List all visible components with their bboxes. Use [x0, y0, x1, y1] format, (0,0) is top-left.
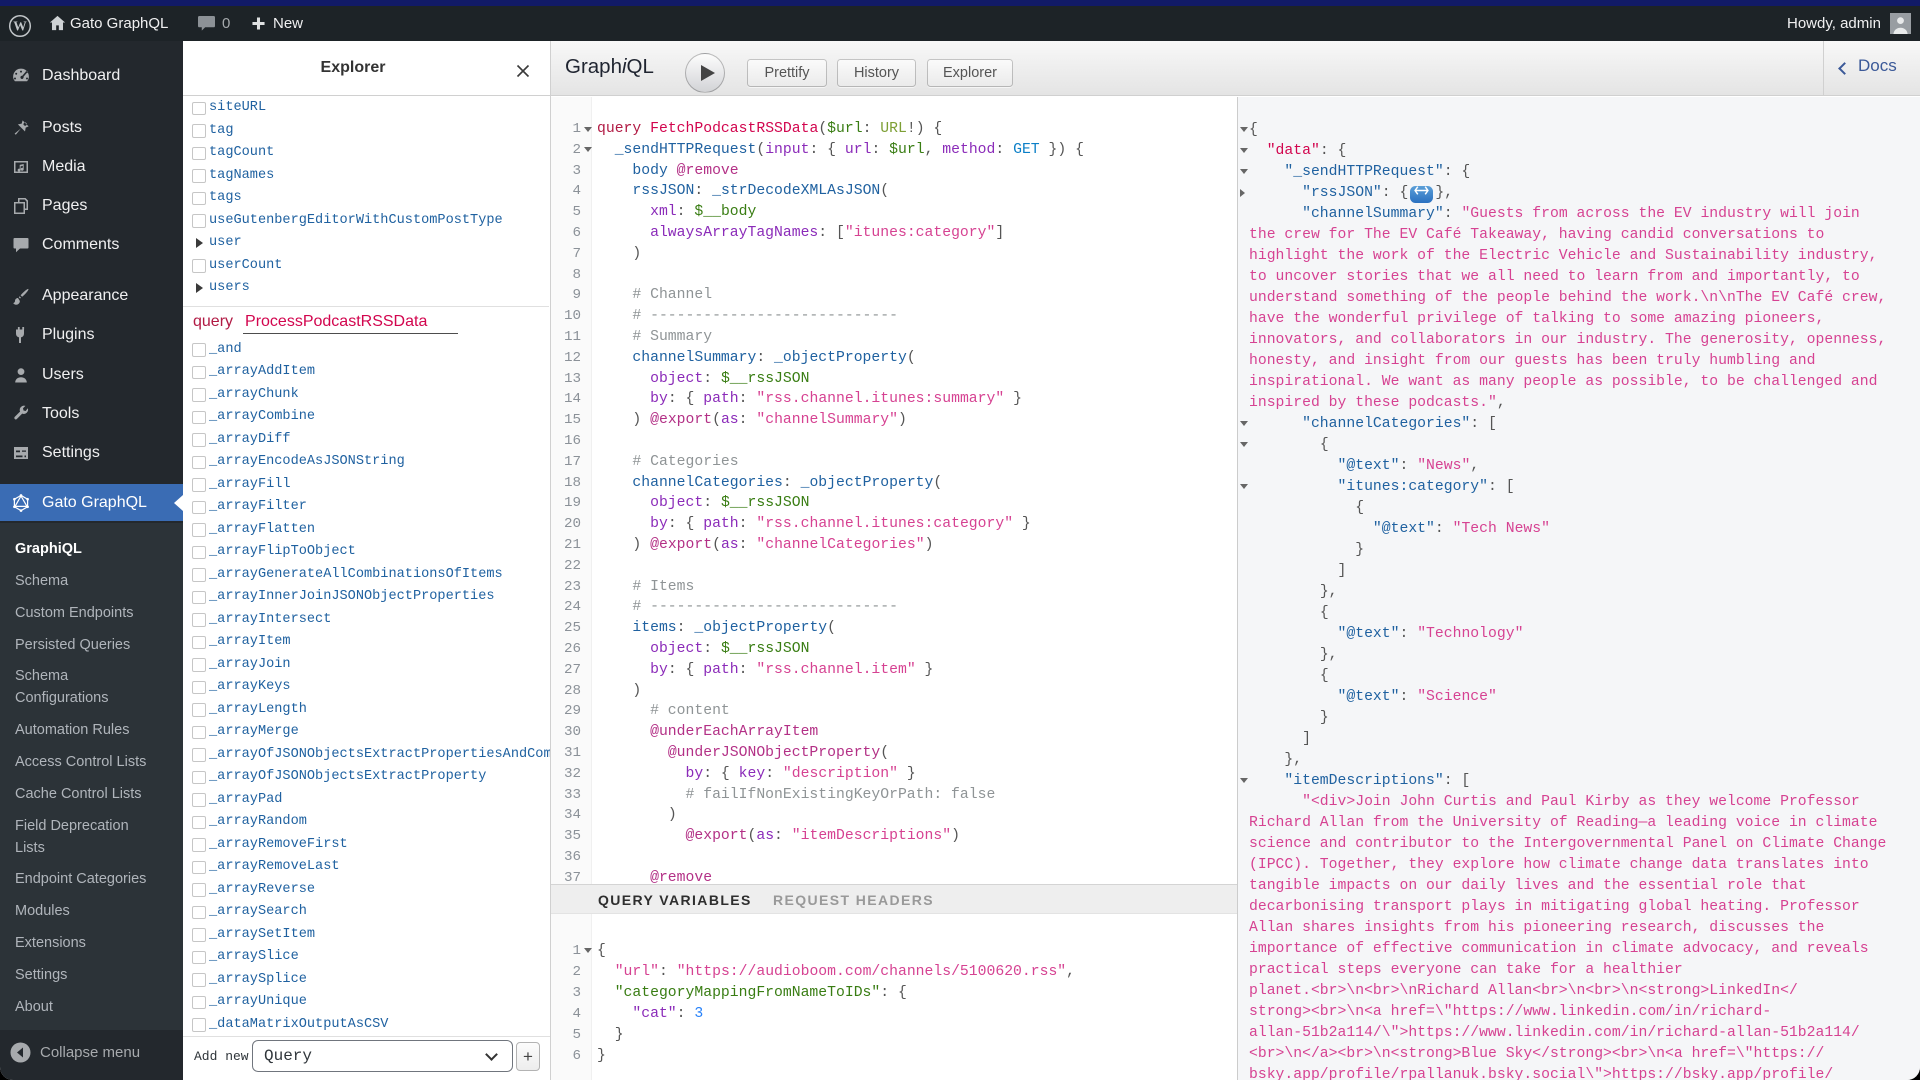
svg-text:W: W — [13, 19, 27, 34]
